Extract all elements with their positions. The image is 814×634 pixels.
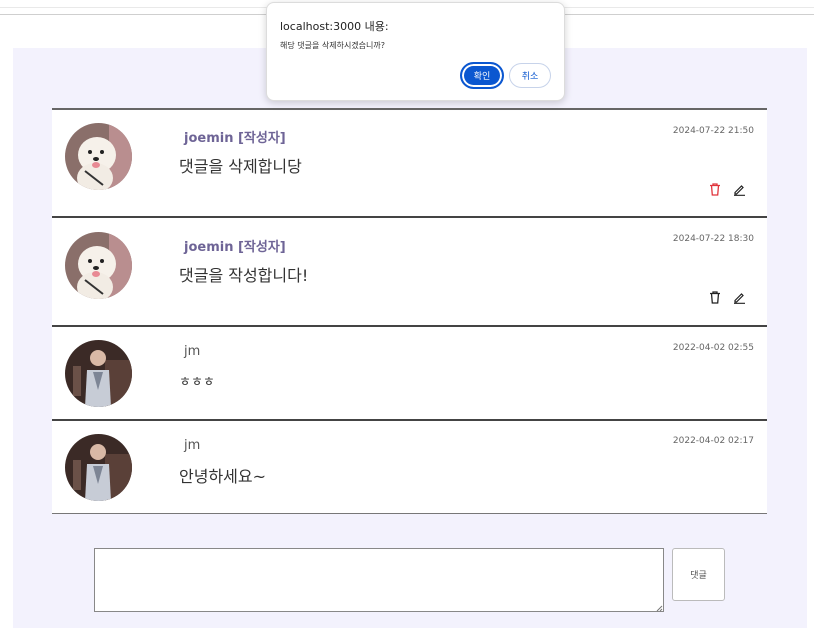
comment-item: jm 안녕하세요~ 2022-04-02 02:17 bbox=[52, 421, 767, 514]
comment-date: 2022-04-02 02:55 bbox=[672, 343, 754, 353]
person-avatar bbox=[65, 434, 132, 501]
delete-icon[interactable] bbox=[707, 181, 723, 197]
comment-input[interactable] bbox=[94, 548, 664, 612]
comment-author: joemin [작성자] bbox=[184, 131, 286, 146]
comment-author: jm bbox=[184, 438, 201, 453]
comment-date: 2022-04-02 02:17 bbox=[672, 436, 754, 446]
submit-comment-button[interactable]: 댓글 bbox=[672, 548, 725, 601]
comment-item: joemin [작성자] 댓글을 작성합니다! 2024-07-22 18:30 bbox=[52, 218, 767, 327]
comment-author: jm bbox=[184, 344, 201, 359]
comment-text: 댓글을 작성합니다! bbox=[179, 266, 309, 285]
comment-item: joemin [작성자] 댓글을 삭제합니당 2024-07-22 21:50 bbox=[52, 110, 767, 218]
resize-grip-icon[interactable] bbox=[655, 604, 663, 612]
dog-avatar bbox=[65, 232, 132, 299]
comment-item: jm ㅎㅎㅎ 2022-04-02 02:55 bbox=[52, 327, 767, 421]
comment-text: 댓글을 삭제합니당 bbox=[179, 157, 302, 176]
dialog-title: localhost:3000 내용: bbox=[280, 20, 389, 33]
comment-text: ㅎㅎㅎ bbox=[179, 375, 215, 390]
edit-icon[interactable] bbox=[731, 181, 747, 197]
dialog-message: 해당 댓글을 삭제하시겠습니까? bbox=[280, 41, 386, 50]
comment-date: 2024-07-22 21:50 bbox=[672, 126, 754, 136]
comment-text: 안녕하세요~ bbox=[179, 467, 267, 486]
comment-list: joemin [작성자] 댓글을 삭제합니당 2024-07-22 21:50 bbox=[52, 108, 767, 514]
cancel-button[interactable]: 취소 bbox=[509, 63, 551, 88]
comment-author: joemin [작성자] bbox=[184, 240, 286, 255]
dog-avatar bbox=[65, 123, 132, 190]
delete-icon[interactable] bbox=[707, 289, 723, 305]
confirm-dialog: localhost:3000 내용: 해당 댓글을 삭제하시겠습니까? 확인 취… bbox=[266, 2, 565, 101]
edit-icon[interactable] bbox=[731, 289, 747, 305]
comment-date: 2024-07-22 18:30 bbox=[672, 234, 754, 244]
person-avatar bbox=[65, 340, 132, 407]
confirm-button[interactable]: 확인 bbox=[460, 62, 504, 89]
